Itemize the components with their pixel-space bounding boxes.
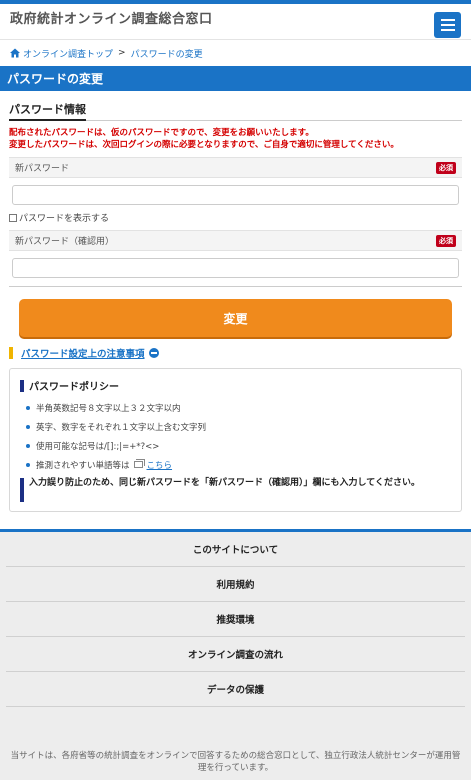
precaution-toggle[interactable]: パスワード設定上の注意事項: [9, 346, 462, 360]
change-button[interactable]: 変更: [19, 299, 452, 337]
policy-heading-text: パスワードポリシー: [29, 382, 119, 393]
precaution-marker: [9, 347, 13, 359]
menu-icon-bar: [440, 19, 455, 21]
password-policy-box: パスワードポリシー 半角英数記号８文字以上３２文字以内 英字、数字をそれぞれ１文…: [9, 368, 462, 512]
list-item: 英字、数字をそれぞれ１文字以上含む文字列: [26, 417, 451, 436]
list-item: 推測されやすい単語等は こちら: [26, 455, 451, 474]
menu-button[interactable]: [434, 12, 461, 38]
list-item: 使用可能な記号は/[]:;|=+*?<>: [26, 436, 451, 455]
new-password-input[interactable]: [12, 185, 459, 205]
notice-line-1: 配布されたパスワードは、仮のパスワードですので、変更をお願いいたします。: [9, 128, 314, 138]
notice-line-2: 変更したパスワードは、次回ログインの際に必要となりますので、ご自身で適切に管理し…: [9, 140, 399, 150]
breadcrumb-current: パスワードの変更: [130, 49, 203, 60]
footer-link-environment[interactable]: 推奨環境: [6, 602, 465, 637]
footer-note: 当サイトは、各府省等の統計調査をオンラインで回答するための総合窓口として、独立行…: [10, 751, 461, 773]
page-title: パスワードの変更: [0, 66, 471, 91]
policy-heading-marker: [20, 379, 24, 392]
precaution-link[interactable]: パスワード設定上の注意事項: [21, 346, 145, 360]
home-icon: [10, 48, 20, 58]
main-content: パスワード情報 配布されたパスワードは、仮のパスワードですので、変更をお願いいた…: [0, 91, 471, 512]
footer-link-flow[interactable]: オンライン調査の流れ: [6, 637, 465, 672]
site-title[interactable]: 政府統計オンライン調査総合窓口: [10, 8, 213, 27]
bullet-icon: [26, 462, 30, 467]
footer-nav: このサイトについて 利用規約 推奨環境 オンライン調査の流れ データの保護: [0, 532, 471, 707]
show-password-checkbox[interactable]: [9, 213, 17, 222]
policy-item-text: 半角英数記号８文字以上３２文字以内: [36, 403, 181, 414]
footer-link-about[interactable]: このサイトについて: [6, 532, 465, 567]
policy-warning-marker: [20, 478, 24, 502]
policy-item-text: 使用可能な記号は/[]:;|=+*?<>: [36, 441, 160, 452]
menu-icon-bar: [440, 24, 455, 26]
show-password-toggle[interactable]: パスワードを表示する: [9, 211, 462, 224]
required-badge: 必須: [436, 161, 456, 174]
notice-text: 配布されたパスワードは、仮のパスワードですので、変更をお願いいたします。 変更し…: [9, 127, 462, 151]
bullet-icon: [26, 443, 30, 448]
breadcrumb-separator: >: [118, 48, 126, 58]
confirm-password-label: 新パスワード（確認用）: [15, 237, 115, 247]
policy-heading: パスワードポリシー: [20, 378, 451, 393]
site-footer: このサイトについて 利用規約 推奨環境 オンライン調査の流れ データの保護 当サ…: [0, 529, 471, 780]
weak-words-link[interactable]: こちら: [147, 459, 173, 471]
required-badge: 必須: [436, 234, 456, 247]
policy-item-text: 推測されやすい単語等は: [36, 460, 130, 471]
policy-list: 半角英数記号８文字以上３２文字以内 英字、数字をそれぞれ１文字以上含む文字列 使…: [20, 398, 451, 474]
new-password-label-row: 新パスワード 必須: [9, 157, 462, 178]
confirm-password-input[interactable]: [12, 258, 459, 278]
form-divider: [9, 286, 462, 287]
policy-item-text: 英字、数字をそれぞれ１文字以上含む文字列: [36, 422, 207, 433]
minus-circle-icon[interactable]: [148, 348, 159, 358]
list-item: 半角英数記号８文字以上３２文字以内: [26, 398, 451, 417]
show-password-label: パスワードを表示する: [19, 214, 110, 224]
bullet-icon: [26, 405, 30, 410]
footer-link-data-protection[interactable]: データの保護: [6, 672, 465, 707]
breadcrumb-home-link[interactable]: オンライン調査トップ: [23, 47, 113, 60]
bullet-icon: [26, 424, 30, 429]
menu-icon-bar: [440, 29, 455, 31]
policy-warning: 入力誤り防止のため、同じ新パスワードを「新パスワード（確認用）」欄にも入力してく…: [20, 478, 451, 502]
policy-warning-text: 入力誤り防止のため、同じ新パスワードを「新パスワード（確認用）」欄にも入力してく…: [29, 478, 420, 488]
new-password-label: 新パスワード: [15, 164, 70, 174]
external-window-icon: [133, 459, 145, 468]
section-title: パスワード情報: [9, 101, 86, 121]
footer-link-terms[interactable]: 利用規約: [6, 567, 465, 602]
breadcrumb: オンライン調査トップ > パスワードの変更: [0, 40, 471, 66]
site-header: 政府統計オンライン調査総合窓口: [0, 4, 471, 40]
confirm-password-label-row: 新パスワード（確認用） 必須: [9, 230, 462, 251]
